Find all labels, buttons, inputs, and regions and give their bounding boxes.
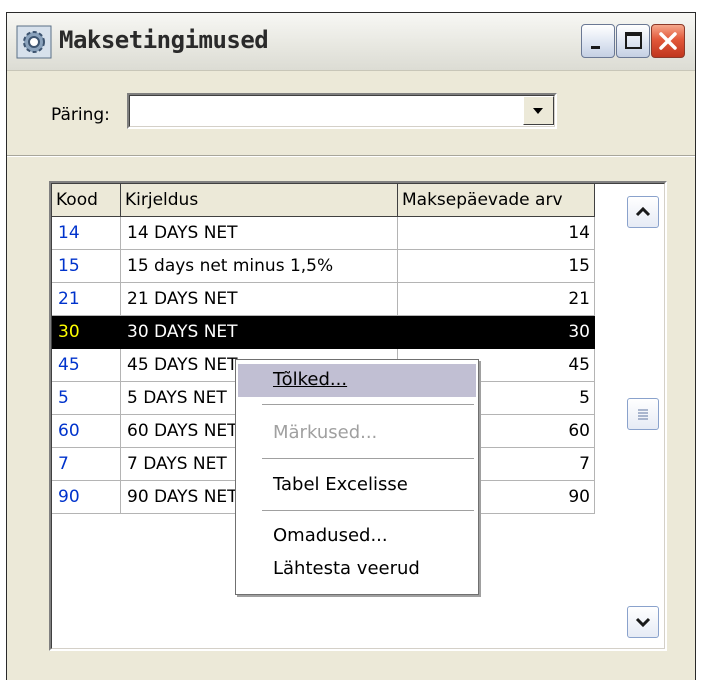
- cell-description: 14 DAYS NET: [121, 217, 398, 250]
- menu-item-label: Lähtesta veerud: [273, 558, 420, 579]
- menu-item-label: Tõlked...: [273, 369, 348, 390]
- column-header-days[interactable]: Maksepäevade arv: [398, 184, 595, 217]
- cell-days: 15: [398, 250, 595, 283]
- menu-separator: [262, 510, 474, 511]
- column-header-code[interactable]: Kood: [52, 184, 121, 217]
- chevron-down-icon: [533, 108, 543, 114]
- cell-description: 15 days net minus 1,5%: [121, 250, 398, 283]
- table-row[interactable]: 21 21 DAYS NET 21: [52, 283, 595, 316]
- scroll-down-button[interactable]: [627, 606, 659, 638]
- cell-code: 60: [52, 415, 121, 448]
- chevron-up-icon: [635, 206, 651, 217]
- table-row[interactable]: 14 14 DAYS NET 14: [52, 217, 595, 250]
- cell-days: 14: [398, 217, 595, 250]
- cell-code: 30: [52, 316, 121, 349]
- cell-code: 45: [52, 349, 121, 382]
- cell-days: 30: [398, 316, 595, 349]
- cell-code: 14: [52, 217, 121, 250]
- scroll-thumb[interactable]: [627, 398, 659, 430]
- cell-code: 15: [52, 250, 121, 283]
- cell-description: 21 DAYS NET: [121, 283, 398, 316]
- menu-item-translations[interactable]: Tõlked...: [238, 364, 476, 397]
- query-combobox[interactable]: [127, 93, 557, 129]
- table-row[interactable]: 15 15 days net minus 1,5% 15: [52, 250, 595, 283]
- menu-separator: [262, 458, 474, 459]
- table-row[interactable]: 30 30 DAYS NET 30: [52, 316, 595, 349]
- cell-code: 21: [52, 283, 121, 316]
- title-bar[interactable]: Maksetingimused: [7, 13, 695, 71]
- context-menu: Tõlked... Märkused... Tabel Excelisse Om…: [235, 359, 479, 595]
- menu-item-notes[interactable]: Märkused...: [238, 417, 476, 450]
- scroll-up-button[interactable]: [627, 196, 659, 228]
- close-button[interactable]: [651, 24, 685, 58]
- payment-terms-window: Maksetingimused Päring: Kood Kirjeldus M…: [6, 12, 696, 680]
- cell-code: 5: [52, 382, 121, 415]
- minimize-icon: [591, 46, 600, 49]
- maximize-button[interactable]: [616, 24, 650, 58]
- separator: [7, 155, 695, 157]
- window-title: Maksetingimused: [59, 26, 269, 54]
- cell-code: 90: [52, 481, 121, 514]
- menu-item-reset-columns[interactable]: Lähtesta veerud: [238, 553, 476, 586]
- menu-separator: [262, 404, 474, 405]
- maximize-icon: [625, 32, 642, 49]
- cell-code: 7: [52, 448, 121, 481]
- menu-item-label: Omadused...: [273, 525, 388, 546]
- settings-gear-icon: [16, 25, 52, 59]
- close-icon: [659, 32, 677, 50]
- chevron-down-icon: [635, 617, 651, 628]
- grip-icon: [638, 409, 648, 420]
- menu-item-label: Märkused...: [273, 422, 378, 443]
- menu-item-export-excel[interactable]: Tabel Excelisse: [238, 469, 476, 502]
- vertical-scrollbar[interactable]: [619, 184, 664, 648]
- minimize-button[interactable]: [581, 24, 615, 58]
- query-input[interactable]: [129, 95, 555, 127]
- cell-description: 30 DAYS NET: [121, 316, 398, 349]
- menu-item-label: Tabel Excelisse: [273, 474, 408, 495]
- cell-days: 21: [398, 283, 595, 316]
- query-dropdown-button[interactable]: [523, 96, 554, 125]
- query-label: Päring:: [51, 105, 110, 125]
- menu-item-properties[interactable]: Omadused...: [238, 520, 476, 553]
- column-header-description[interactable]: Kirjeldus: [121, 184, 398, 217]
